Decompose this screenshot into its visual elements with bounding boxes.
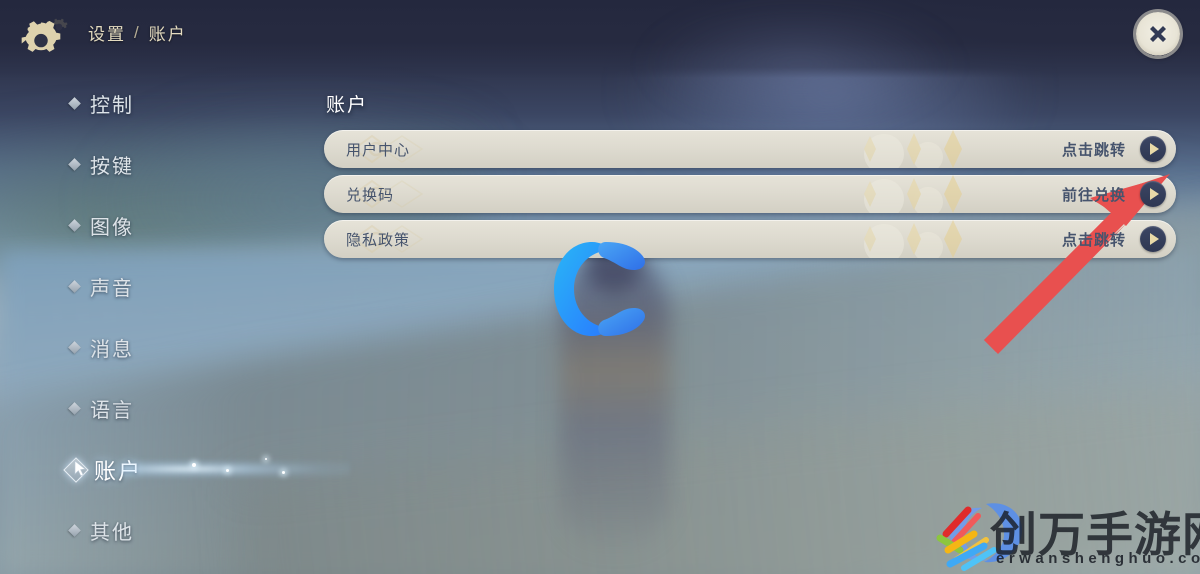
- setting-row-action-group: 前往兑换: [1062, 181, 1166, 207]
- sidebar-item-controls[interactable]: 控制: [0, 88, 300, 119]
- sidebar-item-graphics[interactable]: 图像: [0, 210, 300, 241]
- chevron-right-icon[interactable]: [1140, 136, 1166, 162]
- breadcrumb-current: 账户: [148, 25, 187, 44]
- setting-row-action-label[interactable]: 前往兑换: [1062, 184, 1126, 205]
- sparkle-icon: [282, 471, 285, 474]
- setting-row-label: 隐私政策: [346, 231, 411, 249]
- close-icon: [1150, 26, 1166, 42]
- page-title: 账户: [326, 95, 369, 116]
- settings-sidebar: 控制 按键 图像 声音 消息 语言 账户 其他: [0, 88, 350, 574]
- sidebar-item-label: 账户: [94, 458, 143, 484]
- top-bar: 设置 / 账户: [0, 0, 1200, 124]
- sidebar-item-label: 其他: [90, 522, 134, 544]
- sidebar-item-label: 图像: [90, 217, 134, 239]
- sidebar-item-other[interactable]: 其他: [0, 515, 300, 546]
- sidebar-item-keys[interactable]: 按键: [0, 149, 300, 180]
- diamond-bullet-icon: [68, 402, 81, 415]
- setting-row-action-group: 点击跳转: [1062, 226, 1166, 252]
- sidebar-item-label: 消息: [90, 339, 134, 361]
- diamond-bullet-icon: [68, 280, 81, 293]
- row-ornament: [352, 130, 962, 168]
- setting-row-label: 用户中心: [346, 141, 411, 159]
- chevron-right-icon[interactable]: [1140, 226, 1166, 252]
- sidebar-item-language[interactable]: 语言: [0, 393, 300, 424]
- gear-icon: [21, 20, 61, 52]
- sparkle-icon: [192, 463, 196, 467]
- mouse-cursor-icon: [74, 461, 86, 477]
- diamond-bullet-icon: [68, 158, 81, 171]
- sidebar-item-label: 按键: [90, 156, 134, 178]
- setting-row-user-center[interactable]: 用户中心 点击跳转: [324, 130, 1176, 168]
- sidebar-item-messages[interactable]: 消息: [0, 332, 300, 363]
- sidebar-item-audio[interactable]: 声音: [0, 271, 300, 302]
- breadcrumb-root[interactable]: 设置: [88, 20, 126, 45]
- diamond-bullet-icon: [68, 341, 81, 354]
- breadcrumb-separator: /: [134, 22, 141, 42]
- diamond-bullet-icon: [68, 219, 81, 232]
- sparkle-icon: [265, 458, 267, 460]
- row-ornament: [352, 220, 962, 258]
- sparkle-icon: [226, 469, 229, 472]
- account-settings-panel: 账户 用户中心 点击跳转 兑换码 前往兑换 隐私政策 点击跳转: [324, 90, 1176, 265]
- setting-row-action-group: 点击跳转: [1062, 136, 1166, 162]
- row-ornament: [352, 175, 962, 213]
- sidebar-item-account[interactable]: 账户: [0, 454, 350, 485]
- sidebar-item-label: 声音: [90, 278, 134, 300]
- setting-row-label: 兑换码: [346, 186, 395, 204]
- game-settings-screen: 设置 / 账户 控制 按键 图像 声音 消息 语言 账户 其他 账户 用户中心 …: [0, 0, 1200, 574]
- setting-row-privacy-policy[interactable]: 隐私政策 点击跳转: [324, 220, 1176, 258]
- setting-row-redeem-code[interactable]: 兑换码 前往兑换: [324, 175, 1176, 213]
- diamond-bullet-icon: [68, 97, 81, 110]
- chevron-right-icon[interactable]: [1140, 181, 1166, 207]
- setting-row-action-label[interactable]: 点击跳转: [1062, 139, 1126, 160]
- settings-gear-logo: [16, 8, 78, 66]
- diamond-bullet-icon: [68, 524, 81, 537]
- background-character: [560, 250, 670, 550]
- setting-row-action-label[interactable]: 点击跳转: [1062, 229, 1126, 250]
- close-button[interactable]: [1136, 12, 1180, 56]
- sidebar-item-label: 语言: [90, 400, 134, 422]
- sidebar-item-label: 控制: [90, 95, 134, 117]
- breadcrumb: 设置 / 账户: [88, 20, 187, 45]
